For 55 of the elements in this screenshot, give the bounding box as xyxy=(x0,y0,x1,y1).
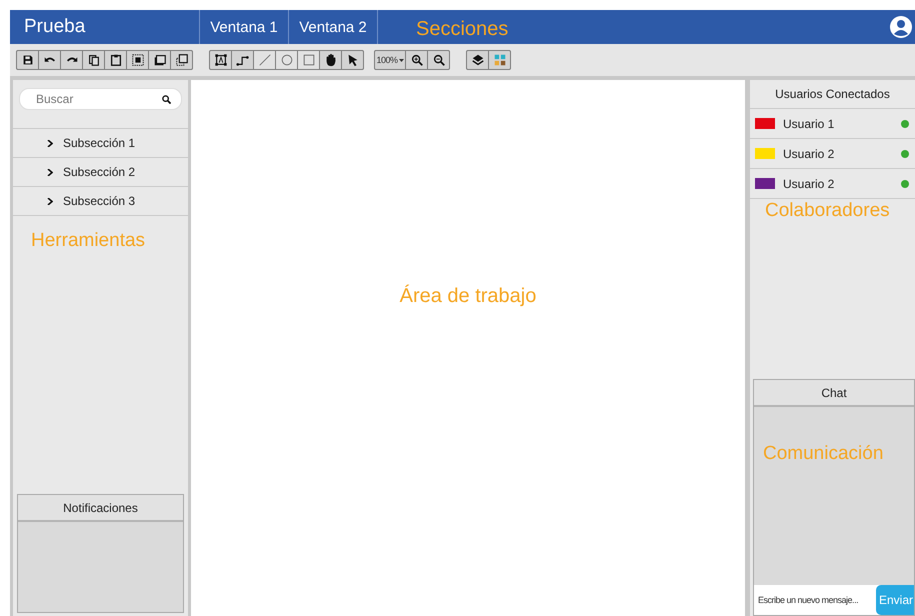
duplicate-icon xyxy=(174,53,188,67)
zoom-dropdown[interactable]: 100% xyxy=(374,50,406,70)
toolbar-button[interactable] xyxy=(83,50,105,70)
search-field[interactable]: Buscar xyxy=(19,88,182,110)
toolbar-button[interactable] xyxy=(232,50,254,70)
select-all-icon xyxy=(130,53,144,67)
toolbar-button[interactable] xyxy=(127,50,149,70)
subsection-item[interactable]: Subsección 2 xyxy=(13,158,188,187)
toolbar-button[interactable] xyxy=(428,50,450,70)
toolbar-button[interactable] xyxy=(39,50,61,70)
user-name: Usuario 2 xyxy=(783,146,836,160)
zoom-in-icon xyxy=(410,53,424,67)
subsection-item[interactable]: Subsección 3 xyxy=(13,187,188,216)
circle-icon xyxy=(280,53,294,67)
collaborators-annotation: Colaboradores xyxy=(765,200,891,222)
text-frame-icon xyxy=(214,53,228,67)
line-icon xyxy=(258,53,272,67)
users-title: Usuarios Conectados xyxy=(750,80,915,109)
layers-icon xyxy=(470,53,484,67)
toolbar-button[interactable] xyxy=(61,50,83,70)
subsection-label: Subsección 3 xyxy=(63,194,136,208)
zoom-out-icon xyxy=(432,53,446,67)
toolbar-button[interactable] xyxy=(149,50,171,70)
toolbar-button[interactable] xyxy=(466,50,489,70)
hand-icon xyxy=(324,53,338,67)
user-name: Usuario 1 xyxy=(783,116,836,130)
subsection-label: Subsección 2 xyxy=(63,165,136,179)
toolbar-button[interactable] xyxy=(320,50,342,70)
notifications-title: Notificaciones xyxy=(18,495,183,522)
section-annotation: Secciones xyxy=(416,16,508,42)
communication-annotation: Comunicación xyxy=(763,443,884,465)
connector-icon xyxy=(236,53,250,67)
caret-icon xyxy=(398,58,404,62)
color-grid-icon xyxy=(492,53,506,67)
stack-icon xyxy=(152,53,166,67)
toolbar-button[interactable] xyxy=(209,50,232,70)
save-icon xyxy=(20,53,34,67)
subsection-label: Subsección 1 xyxy=(63,136,136,150)
pointer-icon xyxy=(346,53,360,67)
rectangle-icon xyxy=(302,53,316,67)
workspace-annotation: Área de trabajo xyxy=(400,285,536,308)
toolbar-button[interactable] xyxy=(342,50,364,70)
chat-title: Chat xyxy=(754,380,914,407)
search-input[interactable]: Buscar xyxy=(34,91,162,107)
toolbar-button[interactable] xyxy=(105,50,127,70)
clipboard-icon xyxy=(108,53,122,67)
subsection-item[interactable]: Subsección 1 xyxy=(13,129,188,158)
toolbar-button[interactable] xyxy=(171,50,193,70)
user-name: Usuario 2 xyxy=(783,176,836,190)
toolbar-button[interactable] xyxy=(16,50,39,70)
user-avatar-icon[interactable] xyxy=(890,16,912,38)
search-icon xyxy=(162,94,171,104)
toolbar-button[interactable] xyxy=(406,50,428,70)
tools-annotation: Herramientas xyxy=(31,230,146,252)
copy-icon xyxy=(86,53,100,67)
